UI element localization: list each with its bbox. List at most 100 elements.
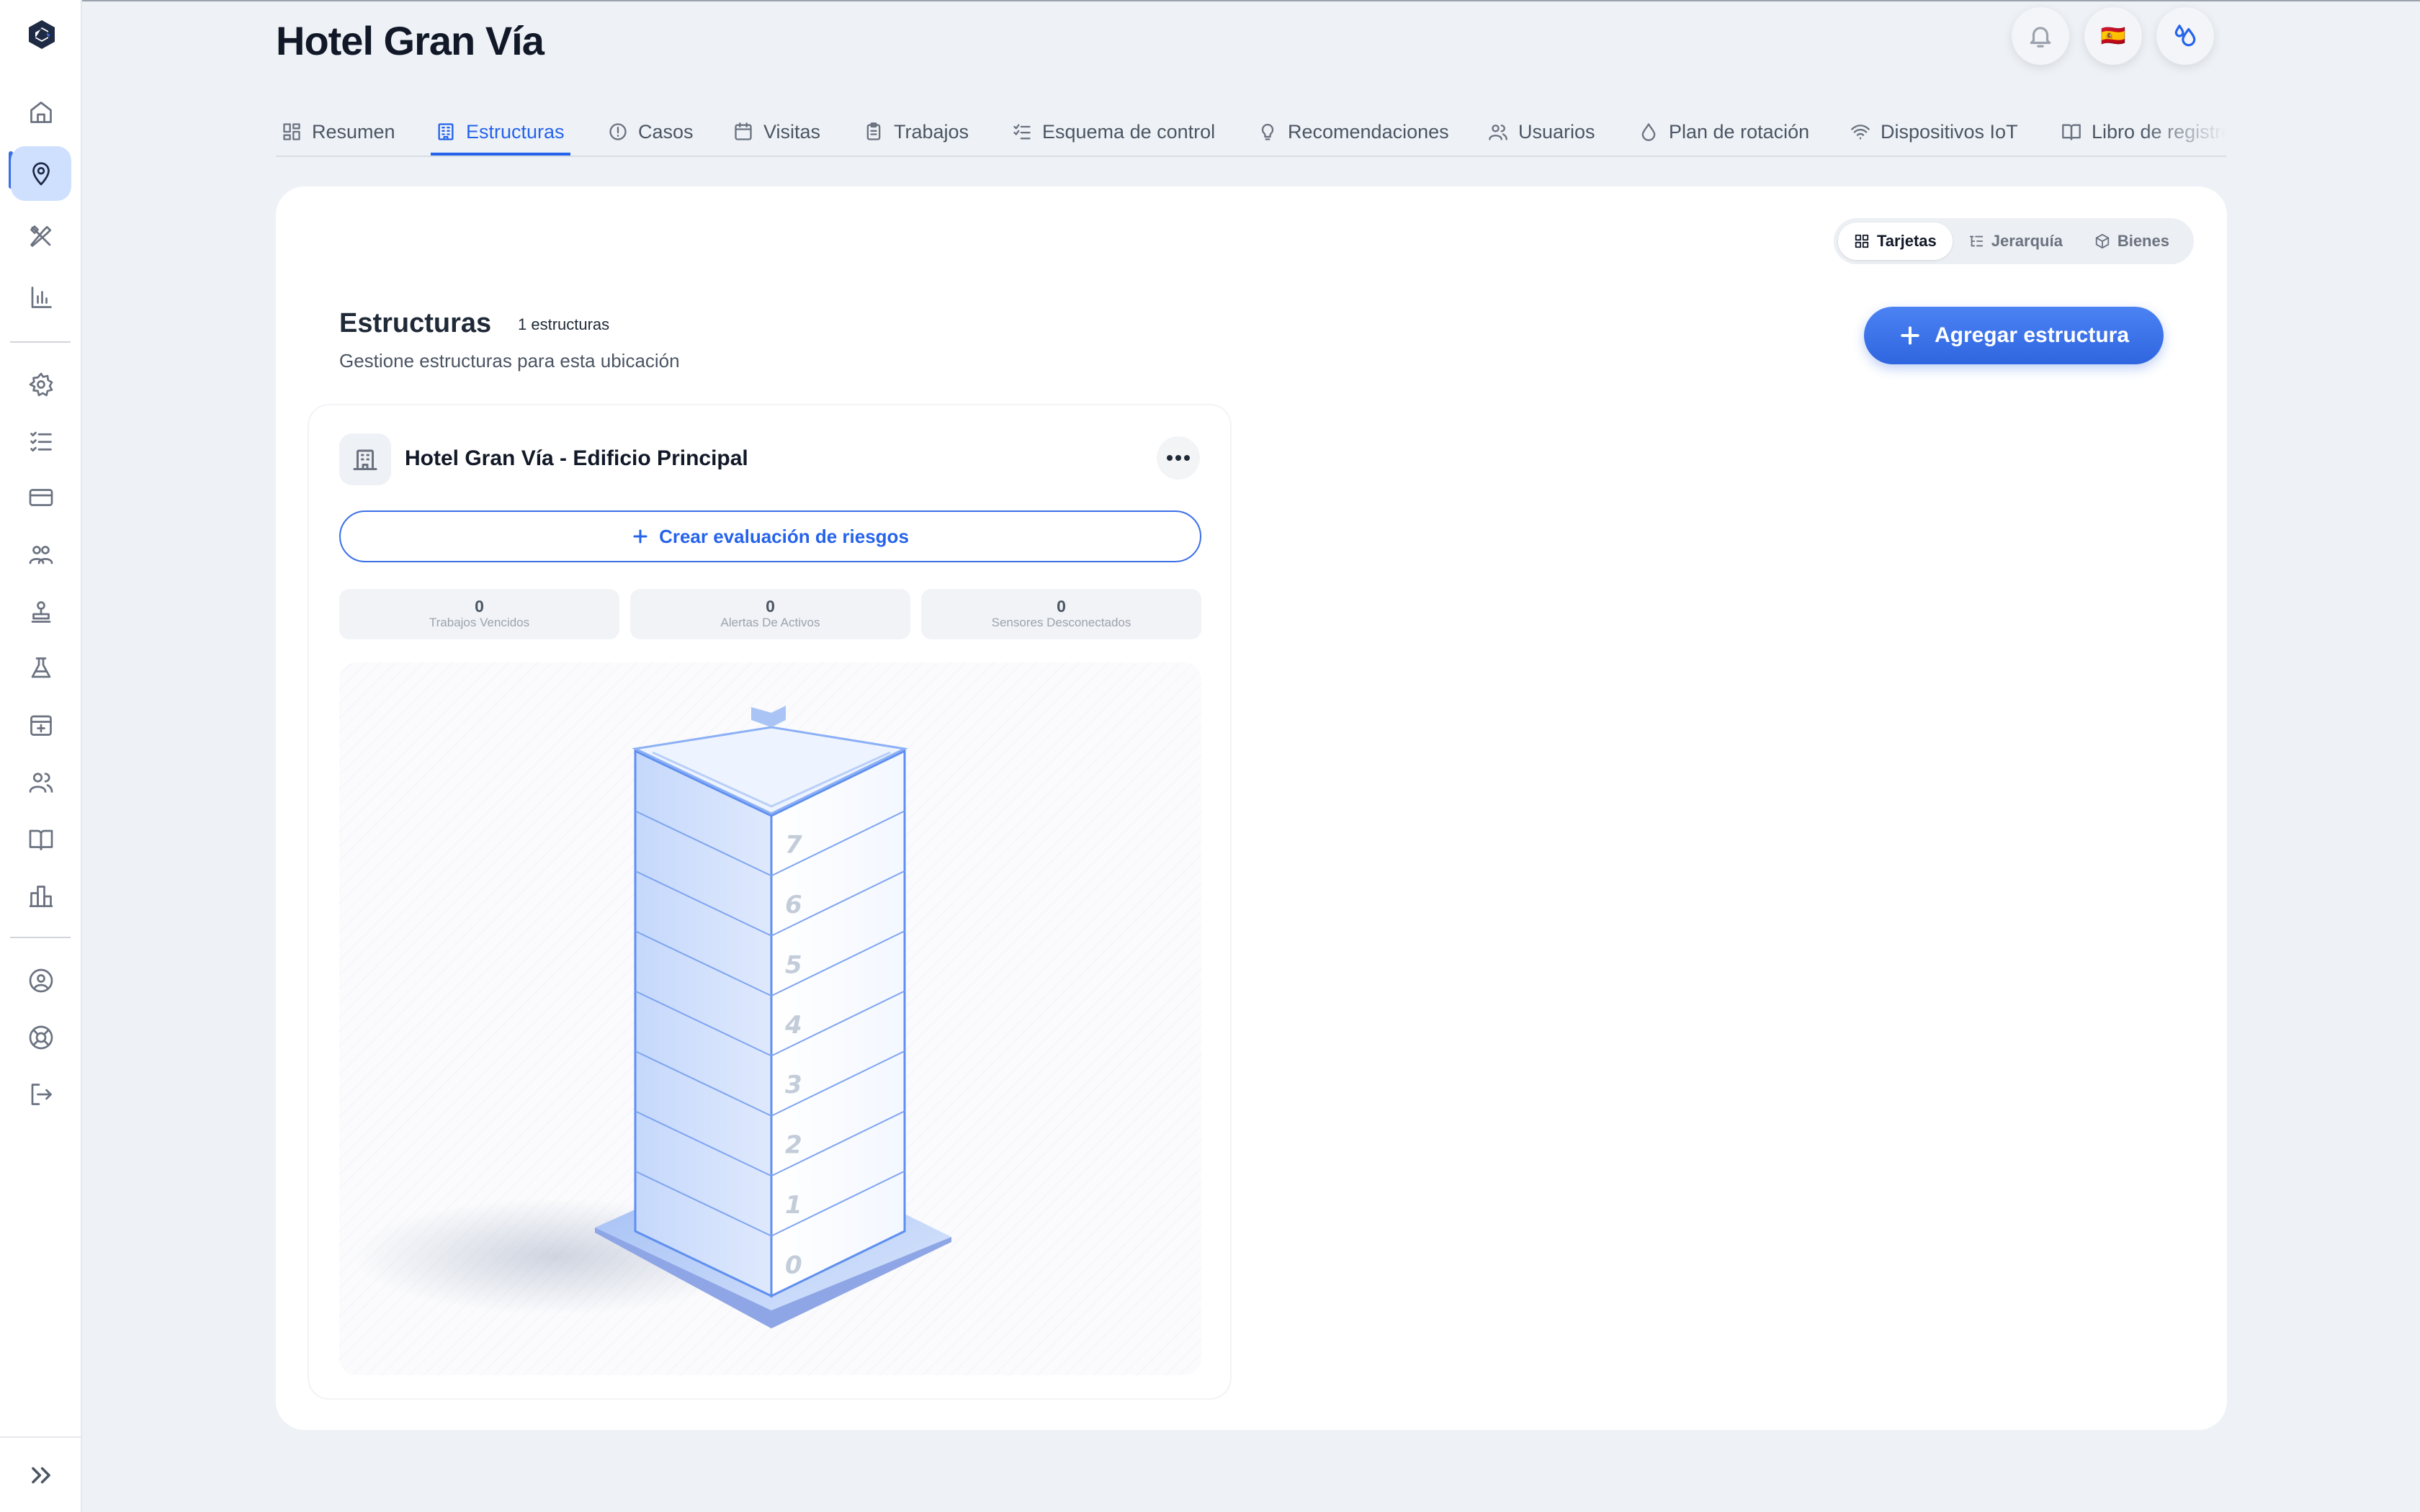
building-icon: [353, 449, 377, 470]
sidebar-item-tasks[interactable]: [11, 414, 71, 469]
window-top-border: [0, 0, 2420, 1]
tab-usuarios[interactable]: Usuarios: [1488, 108, 1595, 156]
stat-asset-alerts: 0 Alertas De Activos: [630, 589, 910, 639]
floor-number-label[interactable]: 2: [785, 1131, 802, 1160]
language-button[interactable]: 🇪🇸: [2084, 7, 2142, 65]
view-toggle: Tarjetas Jerarquía Bienes: [1834, 218, 2194, 264]
alert-circle-icon: [609, 123, 627, 140]
tab-label: Dispositivos IoT: [1881, 120, 2018, 143]
list-check-icon: [30, 431, 52, 452]
sidebar: [0, 0, 82, 1512]
tab-label: Resumen: [312, 120, 395, 143]
gear-icon: [29, 372, 53, 397]
sidebar-divider: [10, 341, 71, 343]
tab-plan-de-rotacion[interactable]: Plan de rotación: [1639, 108, 1809, 156]
book-open-icon: [29, 829, 53, 850]
map-pin-icon: [32, 162, 50, 186]
floor-number-label[interactable]: 7: [785, 831, 802, 860]
tab-label: Recomendaciones: [1288, 120, 1449, 143]
book-icon: [2062, 124, 2081, 140]
floor-number-label[interactable]: 6: [785, 891, 802, 919]
tab-label: Plan de rotación: [1669, 120, 1810, 143]
flask-icon: [31, 657, 51, 678]
tab-visitas[interactable]: Visitas: [733, 108, 820, 156]
tab-casos[interactable]: Casos: [608, 108, 694, 156]
sidebar-item-docs[interactable]: [11, 812, 71, 867]
active-tab-indicator: [431, 153, 570, 156]
sidebar-item-operators[interactable]: [11, 585, 71, 639]
home-icon: [30, 102, 52, 123]
droplet-icon: [1641, 123, 1656, 141]
app-logo-icon[interactable]: [25, 18, 58, 51]
building-illustration[interactable]: 7 6 5 4 3 2 1 0: [339, 662, 1201, 1375]
wifi-icon: [1851, 125, 1870, 140]
view-hierarchy-button[interactable]: Jerarquía: [1953, 222, 2079, 260]
box-icon: [2095, 233, 2109, 249]
sidebar-divider: [10, 937, 71, 938]
section-title: Estructuras: [339, 308, 492, 338]
tools-icon: [30, 225, 52, 247]
tab-dispositivos-iot[interactable]: Dispositivos IoT: [1850, 108, 2018, 156]
sidebar-item-users[interactable]: [11, 755, 71, 809]
users-icon: [1489, 125, 1507, 140]
sidebar-item-teams[interactable]: [11, 527, 71, 582]
notifications-button[interactable]: [2012, 7, 2069, 65]
floor-number-label[interactable]: 0: [785, 1251, 802, 1279]
building-3d-model: 7 6 5 4 3 2 1 0: [354, 706, 951, 1328]
grid-icon: [1855, 234, 1869, 248]
section-subtitle: Gestione estructuras para esta ubicación: [339, 350, 680, 372]
sidebar-item-billing[interactable]: [11, 470, 71, 525]
floor-number-label[interactable]: 1: [785, 1191, 802, 1220]
stat-value: 0: [475, 597, 484, 616]
stat-label: Alertas De Activos: [720, 616, 820, 630]
stat-label: Sensores Desconectados: [991, 616, 1131, 630]
buildings-icon: [29, 886, 53, 907]
sidebar-item-tools[interactable]: [11, 209, 71, 264]
sidebar-item-analytics[interactable]: [11, 270, 71, 325]
stat-label: Trabajos Vencidos: [429, 616, 530, 630]
tab-label: Casos: [638, 120, 694, 143]
teams-icon: [29, 546, 53, 564]
floor-number-label[interactable]: 3: [785, 1071, 802, 1099]
sidebar-item-profile[interactable]: [11, 953, 71, 1008]
add-structure-button[interactable]: Agregar estructura: [1864, 307, 2164, 364]
risk-button-label: Crear evaluación de riesgos: [659, 525, 909, 547]
grid-icon: [283, 123, 300, 140]
sidebar-item-lab[interactable]: [11, 641, 71, 696]
spain-flag-icon: 🇪🇸: [2100, 24, 2126, 47]
sidebar-item-home[interactable]: [11, 85, 71, 140]
page-title: Hotel Gran Vía: [276, 18, 544, 63]
floor-number-label[interactable]: 4: [784, 1011, 802, 1040]
sidebar-item-buildings[interactable]: [11, 869, 71, 924]
create-risk-assessment-button[interactable]: Crear evaluación de riesgos: [339, 510, 1201, 562]
view-assets-label: Bienes: [2117, 232, 2169, 250]
tab-label: Estructuras: [466, 120, 565, 143]
clipboard-icon: [866, 122, 881, 140]
tab-trabajos[interactable]: Trabajos: [864, 108, 969, 156]
sidebar-expand-button[interactable]: [27, 1462, 55, 1489]
bell-icon: [2030, 27, 2051, 48]
hierarchy-list-icon: [1969, 235, 1983, 247]
calendar-icon: [735, 122, 752, 140]
sidebar-item-support[interactable]: [11, 1010, 71, 1065]
sidebar-item-settings[interactable]: [11, 357, 71, 412]
tab-label: Esquema de control: [1042, 120, 1216, 143]
tab-resumen[interactable]: Resumen: [282, 108, 395, 156]
view-cards-button[interactable]: Tarjetas: [1838, 222, 1953, 260]
sidebar-item-locations[interactable]: [11, 146, 71, 201]
sidebar-item-calendar[interactable]: [11, 698, 71, 752]
structure-name: Hotel Gran Vía - Edificio Principal: [405, 446, 748, 470]
tab-label: Trabajos: [894, 120, 969, 143]
floor-number-label[interactable]: 5: [785, 950, 802, 979]
tab-estructuras[interactable]: Estructuras: [436, 108, 565, 156]
tab-recomendaciones[interactable]: Recomendaciones: [1258, 108, 1449, 156]
structure-more-button[interactable]: [1157, 436, 1200, 480]
users-icon: [29, 773, 53, 793]
view-assets-button[interactable]: Bienes: [2079, 222, 2185, 260]
droplets-button[interactable]: [2156, 7, 2214, 65]
stat-disconnected-sensors: 0 Sensores Desconectados: [921, 589, 1201, 639]
view-hierarchy-label: Jerarquía: [1991, 232, 2063, 250]
lifebuoy-icon: [29, 1025, 53, 1050]
sidebar-item-logout[interactable]: [11, 1067, 71, 1122]
tab-esquema-de-control[interactable]: Esquema de control: [1012, 108, 1215, 156]
